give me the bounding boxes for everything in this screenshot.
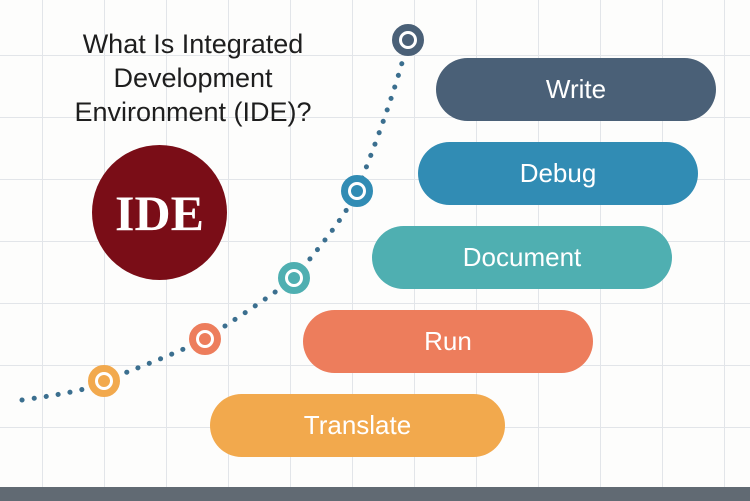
node-document-icon bbox=[278, 262, 310, 294]
pill-write: Write bbox=[436, 58, 716, 121]
diagram-title: What Is Integrated Development Environme… bbox=[43, 28, 343, 129]
footer-bar bbox=[0, 487, 750, 501]
pill-document: Document bbox=[372, 226, 672, 289]
pill-document-label: Document bbox=[463, 242, 582, 273]
pill-debug-label: Debug bbox=[520, 158, 597, 189]
node-translate-icon bbox=[88, 365, 120, 397]
node-write-icon bbox=[392, 24, 424, 56]
pill-translate-label: Translate bbox=[304, 410, 411, 441]
pill-run: Run bbox=[303, 310, 593, 373]
pill-debug: Debug bbox=[418, 142, 698, 205]
ide-badge: IDE bbox=[92, 145, 227, 280]
pill-run-label: Run bbox=[424, 326, 472, 357]
node-run-icon bbox=[189, 323, 221, 355]
node-debug-icon bbox=[341, 175, 373, 207]
pill-write-label: Write bbox=[546, 74, 606, 105]
pill-translate: Translate bbox=[210, 394, 505, 457]
